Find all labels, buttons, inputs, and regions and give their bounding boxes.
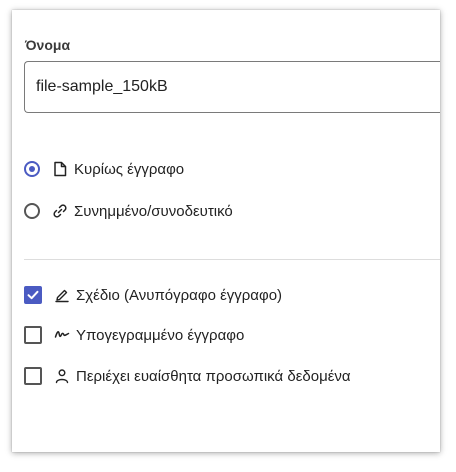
section-divider <box>24 259 440 260</box>
file-icon <box>52 161 68 177</box>
doc-type-label: Συνημμένο/συνοδευτικό <box>74 202 233 220</box>
document-details-panel: Όνομα Κυρίως έγγραφο Συνημμένο/συνοδευτι… <box>12 10 440 452</box>
checkbox-signed[interactable] <box>24 326 42 344</box>
radio-attachment[interactable] <box>24 203 40 219</box>
flag-label: Σχέδιο (Ανυπόγραφο έγγραφο) <box>76 286 283 304</box>
doc-type-option-attachment[interactable]: Συνημμένο/συνοδευτικό <box>24 199 233 223</box>
flag-label: Υπογεγραμμένο έγγραφο <box>76 326 245 344</box>
flag-option-sensitive[interactable]: Περιέχει ευαίσθητα προσωπικά δεδομένα <box>24 364 351 388</box>
name-field-label: Όνομα <box>25 37 71 53</box>
doc-type-label: Κυρίως έγγραφο <box>74 160 185 178</box>
radio-main-doc[interactable] <box>24 161 40 177</box>
pen-icon <box>54 287 70 303</box>
doc-type-option-main[interactable]: Κυρίως έγγραφο <box>24 157 184 181</box>
checkbox-draft[interactable] <box>24 286 42 304</box>
flag-option-signed[interactable]: Υπογεγραμμένο έγγραφο <box>24 323 244 347</box>
name-input[interactable] <box>24 61 440 113</box>
link-icon <box>52 203 68 219</box>
checkbox-sensitive[interactable] <box>24 367 42 385</box>
person-icon <box>54 368 70 384</box>
flag-option-draft[interactable]: Σχέδιο (Ανυπόγραφο έγγραφο) <box>24 283 282 307</box>
signature-icon <box>54 327 70 343</box>
flag-label: Περιέχει ευαίσθητα προσωπικά δεδομένα <box>76 367 351 385</box>
